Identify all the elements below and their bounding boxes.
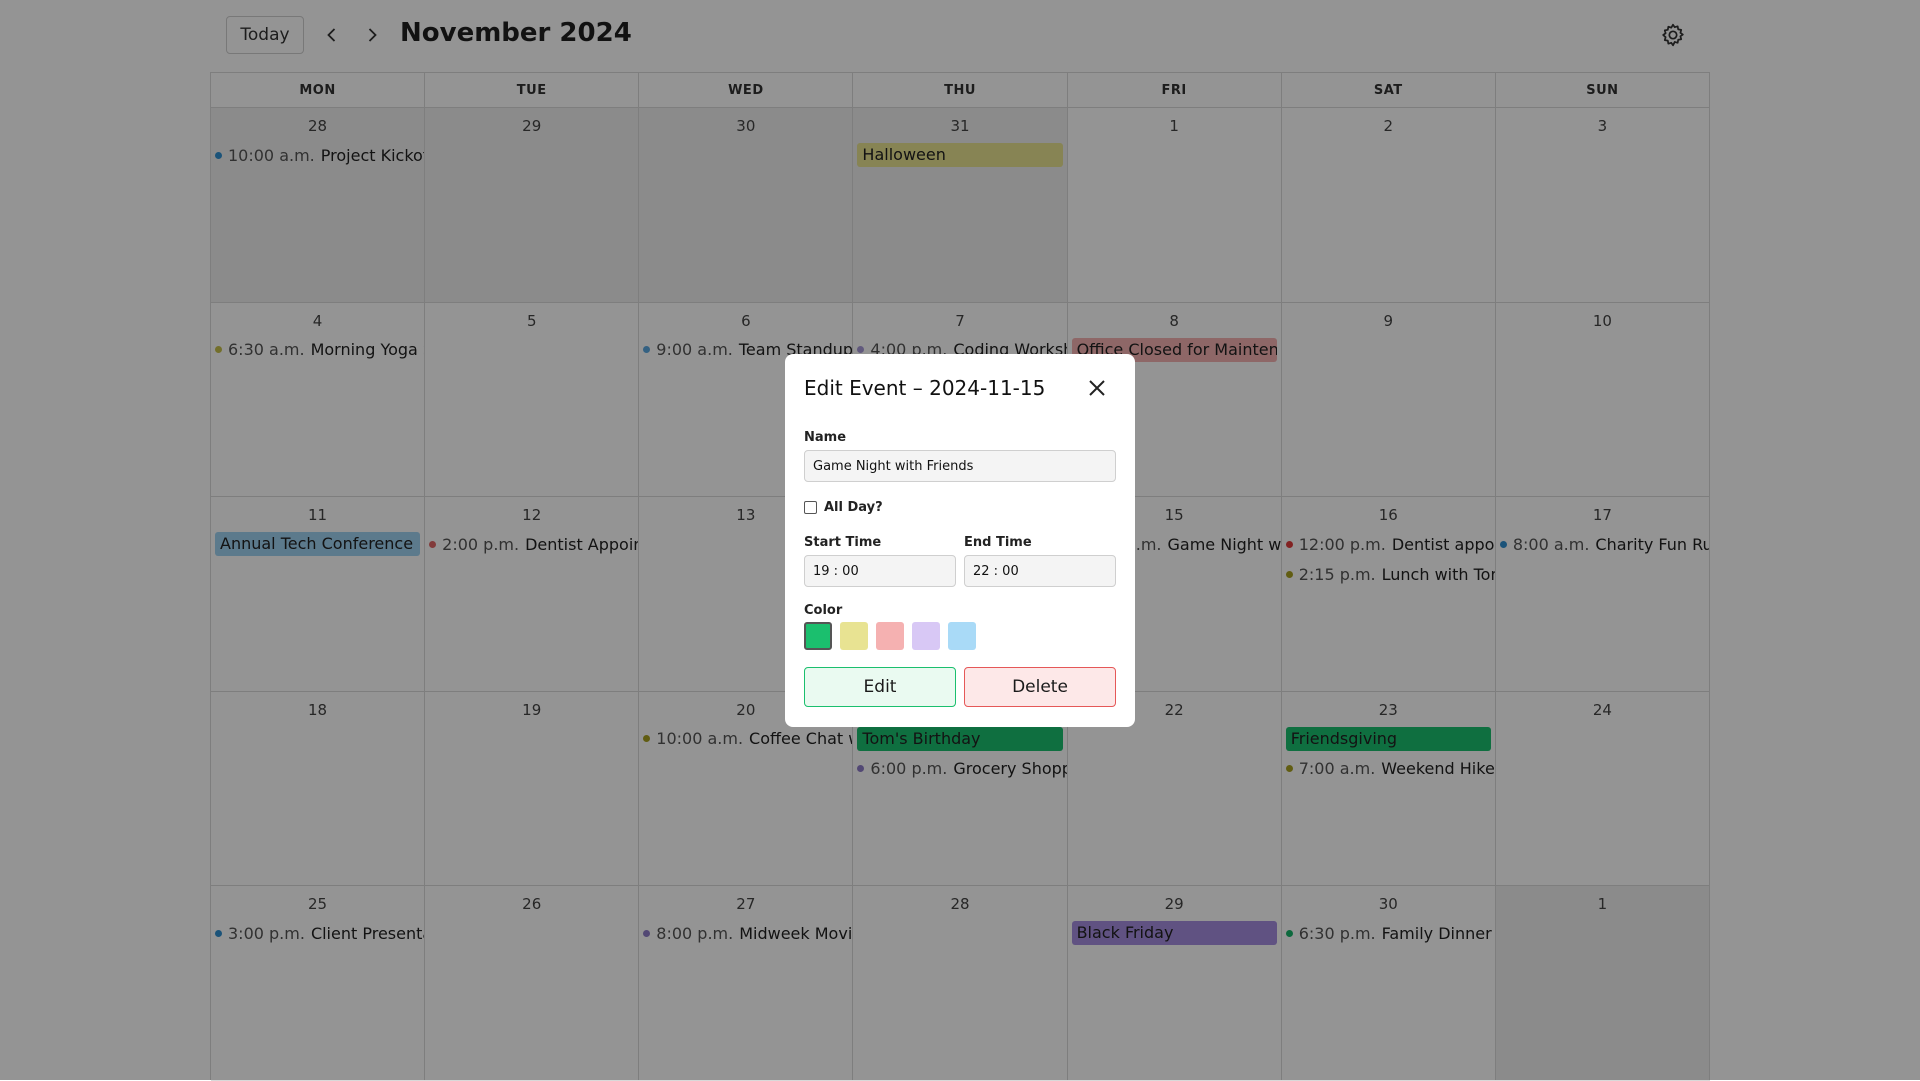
all-day-label: All Day? — [824, 500, 883, 515]
name-label: Name — [804, 430, 847, 445]
delete-button[interactable]: Delete — [964, 667, 1116, 707]
color-swatch[interactable] — [804, 622, 832, 650]
dialog-title: Edit Event – 2024-11-15 — [804, 376, 1046, 400]
start-time-label: Start Time — [804, 535, 882, 550]
all-day-checkbox[interactable] — [804, 501, 817, 514]
color-label: Color — [804, 603, 843, 618]
name-input[interactable]: Game Night with Friends — [804, 450, 1116, 482]
color-swatch[interactable] — [876, 622, 904, 650]
close-button[interactable] — [1085, 376, 1109, 400]
edit-button[interactable]: Edit — [804, 667, 956, 707]
end-time-label: End Time — [964, 535, 1032, 550]
color-swatch[interactable] — [948, 622, 976, 650]
end-time-input[interactable]: 22 : 00 — [964, 555, 1116, 587]
start-time-input[interactable]: 19 : 00 — [804, 555, 956, 587]
close-icon — [1089, 380, 1105, 396]
color-swatch[interactable] — [840, 622, 868, 650]
color-swatch[interactable] — [912, 622, 940, 650]
edit-event-dialog: Edit Event – 2024-11-15 Name Game Night … — [785, 354, 1135, 727]
